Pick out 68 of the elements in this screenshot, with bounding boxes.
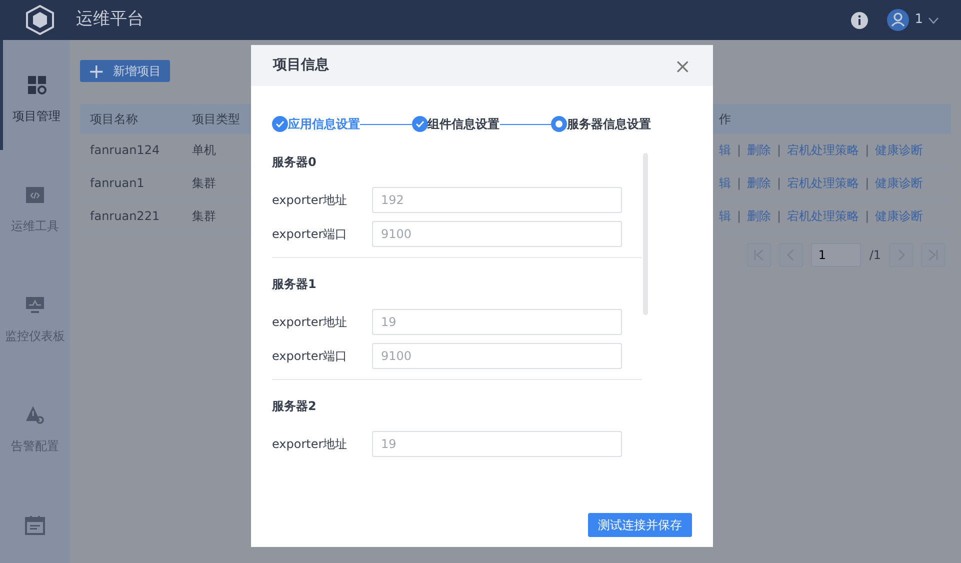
separator: | [737,208,742,225]
column-header: 项目名称 [89,111,139,128]
sidebar-item[interactable]: 监控仪表板 [0,260,70,370]
app-title: 运维平台 [76,8,144,32]
column-header: 作 [719,111,732,128]
action-link[interactable]: 辑 [719,141,731,159]
info-icon[interactable] [850,12,868,28]
step-label[interactable]: 应用信息设置 [288,115,360,133]
separator: | [777,175,782,192]
action-link[interactable]: 删除 [747,174,772,192]
table-cell-text: fanruan1 [89,175,146,192]
input-field[interactable]: 9100 [372,343,622,369]
action-link[interactable]: 健康诊断 [875,141,924,159]
separator: | [777,208,782,225]
action-link[interactable]: 删除 [747,141,772,159]
action-link[interactable]: 辑 [719,207,731,225]
warning-gear-icon [25,405,45,425]
page-input[interactable]: 1 [811,243,862,267]
column-header: 项目类型 [192,111,241,128]
input-field[interactable]: 9100 [372,221,622,247]
action-link[interactable]: 辑 [719,174,731,192]
action-link[interactable]: 宕机处理策略 [787,207,860,225]
sidebar-item[interactable]: 告警配置 [0,370,70,480]
separator: | [737,175,742,192]
field-label: exporter地址 [272,436,348,453]
add-project-button[interactable]: + 新增项目 [80,60,170,82]
separator: | [865,175,870,192]
input-field[interactable]: 192 [372,187,622,213]
separator: | [737,142,742,159]
action-link[interactable]: 宕机处理策略 [787,174,860,192]
calendar-icon [25,515,45,535]
chevron-down-icon[interactable] [928,16,939,24]
user-name[interactable]: 1 [914,10,923,30]
sidebar-item[interactable]: 运维工具 [0,150,70,260]
field-label: exporter端口 [272,226,348,243]
scrollbar[interactable] [643,153,648,315]
server-title: 服务器1 [272,276,318,293]
step-label[interactable]: 服务器信息设置 [567,115,651,133]
cube-logo-icon [26,5,54,35]
input-field[interactable]: 19 [372,309,622,335]
table-cell-text: 集群 [192,208,217,225]
table-cell-text: 集群 [192,175,217,192]
action-link[interactable]: 健康诊断 [875,174,924,192]
step-label[interactable]: 组件信息设置 [428,115,500,133]
close-button[interactable]: × [674,56,691,76]
server-title: 服务器2 [272,398,318,415]
page-total: /1 [869,247,881,264]
table-cell-text: fanruan124 [89,142,161,159]
grid-gear-icon [26,75,46,95]
field-label: exporter端口 [272,348,348,365]
monitor-pulse-icon [25,295,45,315]
separator: | [777,142,782,159]
field-label: exporter地址 [272,192,348,209]
field-label: exporter地址 [272,314,348,331]
action-link[interactable]: 健康诊断 [875,207,924,225]
code-window-icon [25,185,45,205]
table-cell-text: 单机 [192,142,217,159]
separator: | [865,208,870,225]
action-link[interactable]: 删除 [747,207,772,225]
action-link[interactable]: 宕机处理策略 [787,141,860,159]
server-title: 服务器0 [272,154,318,171]
separator: | [865,142,870,159]
user-avatar-icon[interactable] [886,9,909,31]
modal-title: 项目信息 [273,56,329,75]
table-cell-text: fanruan221 [89,208,161,225]
sidebar-item[interactable]: 项目管理 [0,40,70,150]
input-field[interactable]: 19 [372,431,622,457]
test-connection-save-button[interactable]: 测试连接并保存 [588,513,692,537]
